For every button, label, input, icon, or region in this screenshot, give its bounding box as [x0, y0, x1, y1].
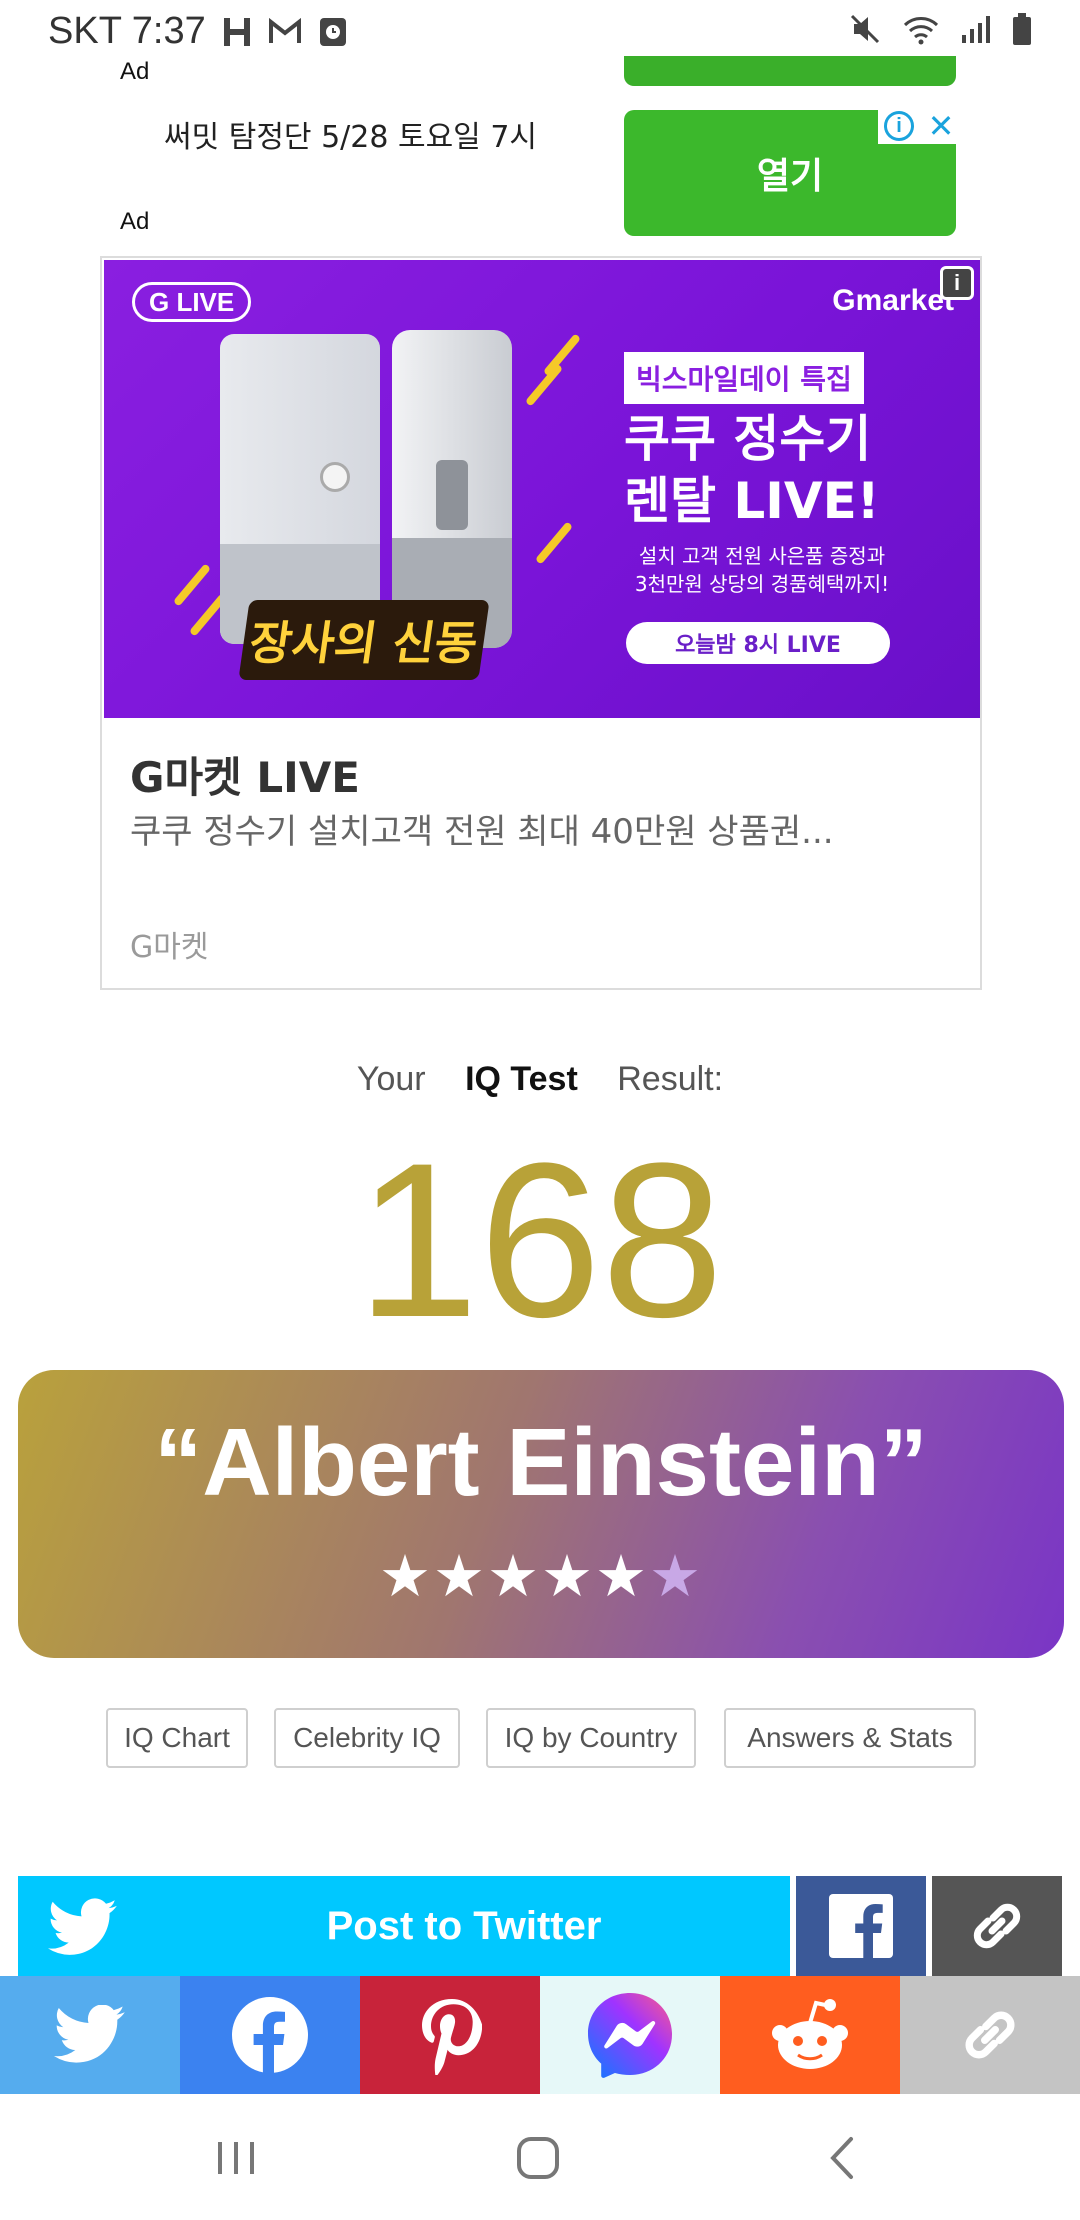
star-filled-icon: ★: [487, 1544, 541, 1609]
decor-streak: [172, 563, 212, 607]
back-button[interactable]: [812, 2128, 872, 2188]
ad-description[interactable]: 쿠쿠 정수기 설치고객 전원 최대 40만원 상품권...: [130, 804, 960, 853]
recent-apps-button[interactable]: [206, 2128, 266, 2188]
signal-icon: [962, 16, 990, 43]
decor-streak: [542, 333, 582, 377]
messenger-icon: [588, 1993, 672, 2078]
purifier-dial: [320, 462, 350, 492]
show-logo: 장사의 신동: [238, 600, 490, 680]
iq-by-country-link[interactable]: IQ by Country: [486, 1708, 696, 1768]
reddit-icon: [772, 1999, 848, 2069]
home-button[interactable]: [508, 2128, 568, 2188]
star-empty-icon: ★: [649, 1544, 703, 1609]
link-icon: [973, 1903, 1021, 1949]
gmarket-logo: Gmarket: [832, 284, 954, 317]
star-filled-icon: ★: [379, 1544, 433, 1609]
rank-name: “Albert Einstein”: [154, 1409, 928, 1516]
promo-title: 쿠쿠 정수기 렌탈 LIVE!: [624, 408, 880, 532]
celebrity-iq-link[interactable]: Celebrity IQ: [274, 1708, 460, 1768]
ad-info-icon[interactable]: i: [940, 266, 974, 300]
water-purifier-image: [220, 334, 380, 644]
wifi-icon: [903, 17, 939, 45]
home-icon: [517, 2137, 559, 2179]
answers-stats-link[interactable]: Answers & Stats: [724, 1708, 976, 1768]
promo-subtitle: 설치 고객 전원 사은품 증정과 3천만원 상당의 경품혜택까지!: [632, 542, 892, 598]
decor-streak: [534, 521, 574, 565]
result-test-name: IQ Test: [465, 1060, 578, 1098]
facebook-icon: [829, 1894, 893, 1958]
star-filled-icon: ★: [595, 1544, 649, 1609]
promo-live-pill: 오늘밤 8시 LIVE: [626, 622, 890, 664]
alarm-icon: [319, 17, 346, 46]
rating-stars: ★★★★★★: [18, 1542, 1064, 1610]
result-heading: Your IQ Test Result:: [0, 1060, 1080, 1099]
promo-title-line: 쿠쿠 정수기: [624, 410, 872, 468]
twitter-icon: [54, 2005, 125, 2063]
post-to-twitter-label: Post to Twitter: [326, 1903, 602, 1948]
result-prefix: Your: [356, 1060, 426, 1098]
pinterest-icon: [422, 1999, 482, 2075]
promo-subtitle-line: 3천만원 상당의 경품혜택까지!: [634, 572, 890, 596]
promo-subtitle-line: 설치 고객 전원 사은품 증정과: [638, 544, 886, 568]
ad-button-partial[interactable]: [624, 56, 956, 86]
mute-icon: [850, 14, 880, 44]
share-reddit-button[interactable]: [720, 1976, 900, 2094]
android-nav-bar: [0, 2094, 1080, 2220]
ad-close-icon[interactable]: ✕: [920, 108, 962, 144]
gmail-icon: [268, 17, 301, 43]
ad-brand[interactable]: G마켓: [130, 922, 208, 966]
ad-info-icon[interactable]: i: [878, 108, 920, 144]
facebook-icon: [232, 1997, 308, 2075]
ad-label: Ad: [120, 58, 150, 85]
glive-badge: G LIVE: [132, 282, 252, 322]
carrier-time: SKT 7:37: [48, 10, 206, 52]
status-right: [848, 12, 1032, 46]
purifier-nozzle: [436, 460, 468, 530]
copy-link-button[interactable]: [932, 1876, 1062, 1976]
post-to-twitter-button[interactable]: Post to Twitter: [18, 1876, 790, 1976]
result-links: IQ Chart Celebrity IQ IQ by Country Answ…: [0, 1708, 1080, 1768]
star-filled-icon: ★: [541, 1544, 595, 1609]
recent-apps-icon: [218, 2142, 254, 2174]
rank-banner: “Albert Einstein” ★★★★★★: [18, 1370, 1064, 1658]
banner-ad-image[interactable]: G LIVE Gmarket i 장사의 신동 빅스마일데이 특집 쿠쿠 정수기…: [104, 260, 980, 718]
ad-headline[interactable]: 써밋 탐정단 5/28 토요일 7시: [164, 112, 537, 156]
share-pinterest-button[interactable]: [360, 1976, 540, 2094]
back-icon: [830, 2137, 853, 2179]
iq-score: 168: [356, 1117, 724, 1363]
sim-icon: [223, 17, 250, 46]
promo-title-line: 렌탈 LIVE!: [624, 472, 880, 530]
share-messenger-button[interactable]: [540, 1976, 720, 2094]
star-filled-icon: ★: [433, 1544, 487, 1609]
share-bar: [0, 1976, 1080, 2094]
banner-ad-card[interactable]: G LIVE Gmarket i 장사의 신동 빅스마일데이 특집 쿠쿠 정수기…: [100, 256, 982, 990]
result-suffix: Result:: [617, 1060, 724, 1098]
share-facebook-button[interactable]: [180, 1976, 360, 2094]
link-icon: [965, 2011, 1015, 2059]
ad-title[interactable]: G마켓 LIVE: [130, 744, 360, 805]
promo-tag: 빅스마일데이 특집: [624, 352, 864, 404]
status-bar: SKT 7:37: [0, 0, 1080, 64]
status-left: SKT 7:37: [48, 10, 348, 53]
iq-chart-link[interactable]: IQ Chart: [106, 1708, 248, 1768]
share-link-button[interactable]: [900, 1976, 1080, 2094]
ad-choices[interactable]: i ✕: [878, 108, 962, 144]
facebook-share-button[interactable]: [796, 1876, 926, 1976]
battery-icon: [1013, 13, 1031, 45]
ad-label: Ad: [120, 208, 150, 235]
share-twitter-button[interactable]: [0, 1976, 180, 2094]
